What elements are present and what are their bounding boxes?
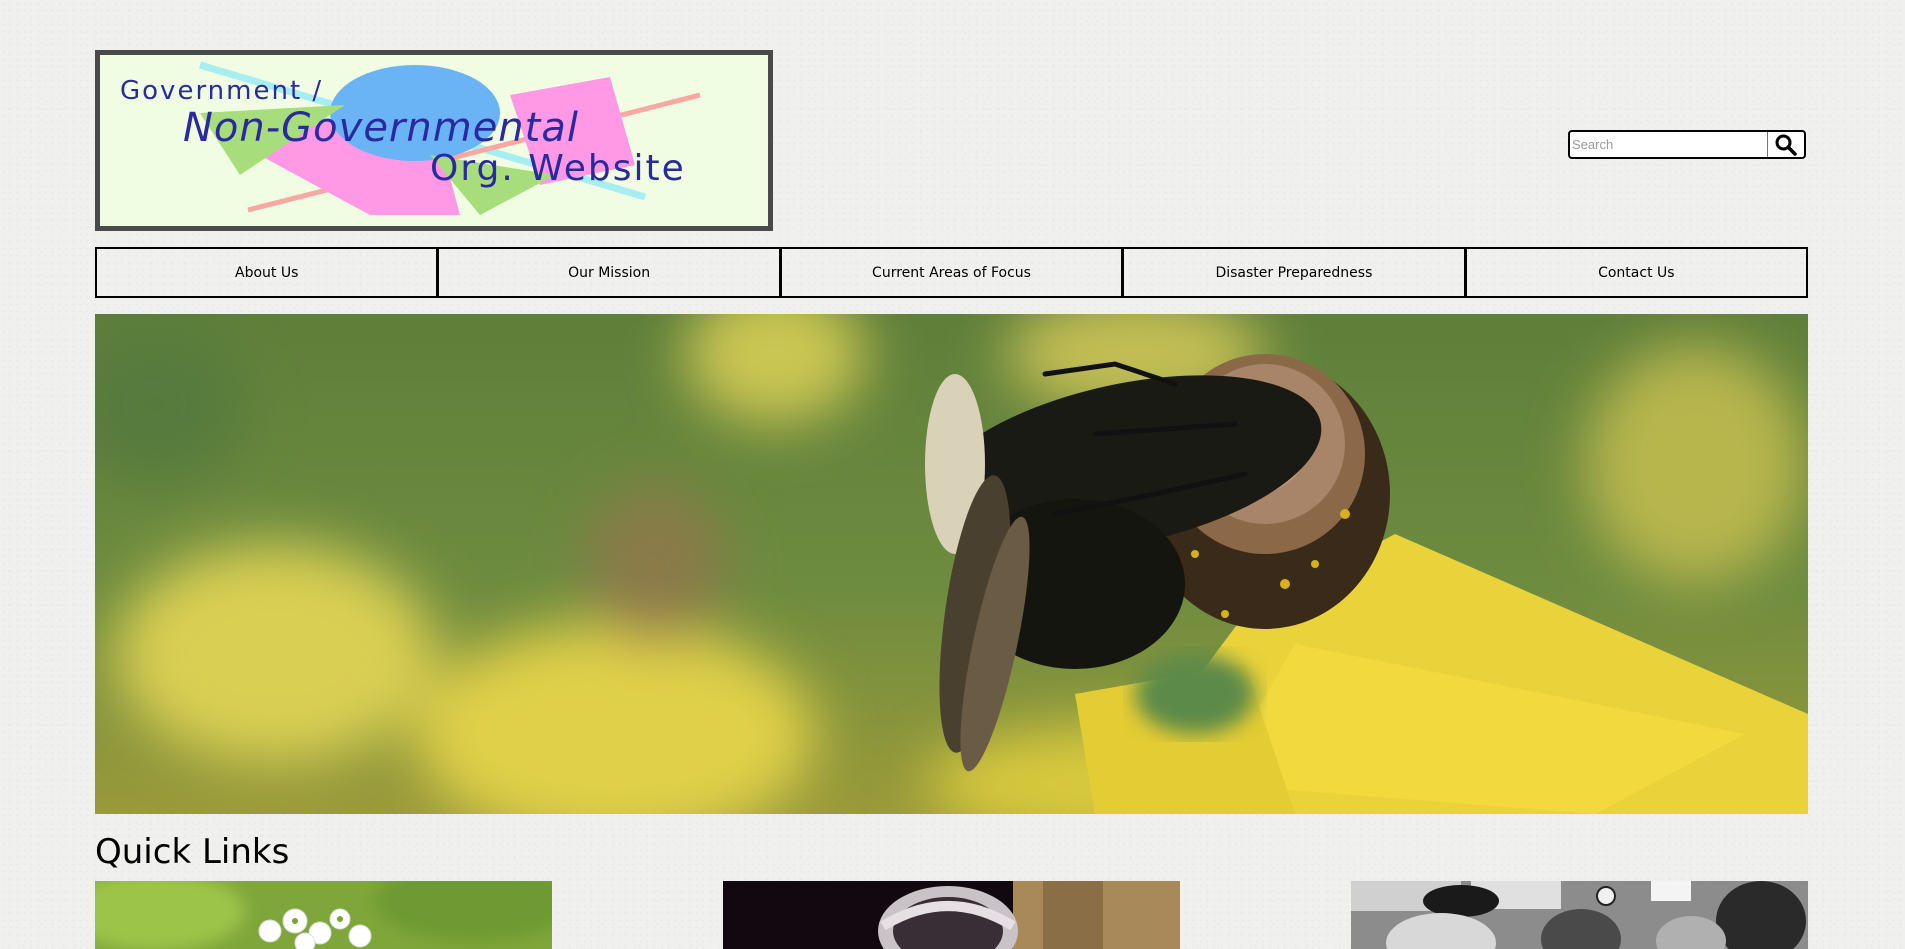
logo-graphic: Government / Non-Governmental Org. Websi… bbox=[120, 61, 701, 215]
search-box bbox=[1568, 130, 1806, 159]
quick-link-card-1[interactable] bbox=[95, 881, 552, 949]
quick-link-image-1 bbox=[95, 881, 552, 949]
quick-link-card-3[interactable] bbox=[1351, 881, 1808, 949]
site-logo[interactable]: Government / Non-Governmental Org. Websi… bbox=[95, 50, 773, 231]
search-input[interactable] bbox=[1570, 132, 1767, 157]
nav-current-areas-of-focus[interactable]: Current Areas of Focus bbox=[778, 247, 1124, 298]
search-icon bbox=[1775, 134, 1797, 156]
nav-about-us[interactable]: About Us bbox=[95, 247, 439, 298]
logo-line1: Government / bbox=[120, 76, 323, 106]
nav-contact-us[interactable]: Contact Us bbox=[1463, 247, 1809, 298]
quick-link-image-3 bbox=[1351, 881, 1808, 949]
quick-link-image-2 bbox=[723, 881, 1180, 949]
quick-links-heading: Quick Links bbox=[95, 832, 290, 872]
logo-line2: Non-Governmental bbox=[183, 105, 579, 151]
search-button[interactable] bbox=[1767, 132, 1804, 157]
logo-line3: Org. Website bbox=[430, 148, 686, 189]
hero-image bbox=[95, 314, 1808, 814]
main-nav: About Us Our Mission Current Areas of Fo… bbox=[95, 247, 1809, 298]
hero-photo bbox=[95, 314, 1808, 814]
nav-our-mission[interactable]: Our Mission bbox=[436, 247, 781, 298]
quick-link-card-2[interactable] bbox=[723, 881, 1180, 949]
nav-disaster-preparedness[interactable]: Disaster Preparedness bbox=[1121, 247, 1466, 298]
